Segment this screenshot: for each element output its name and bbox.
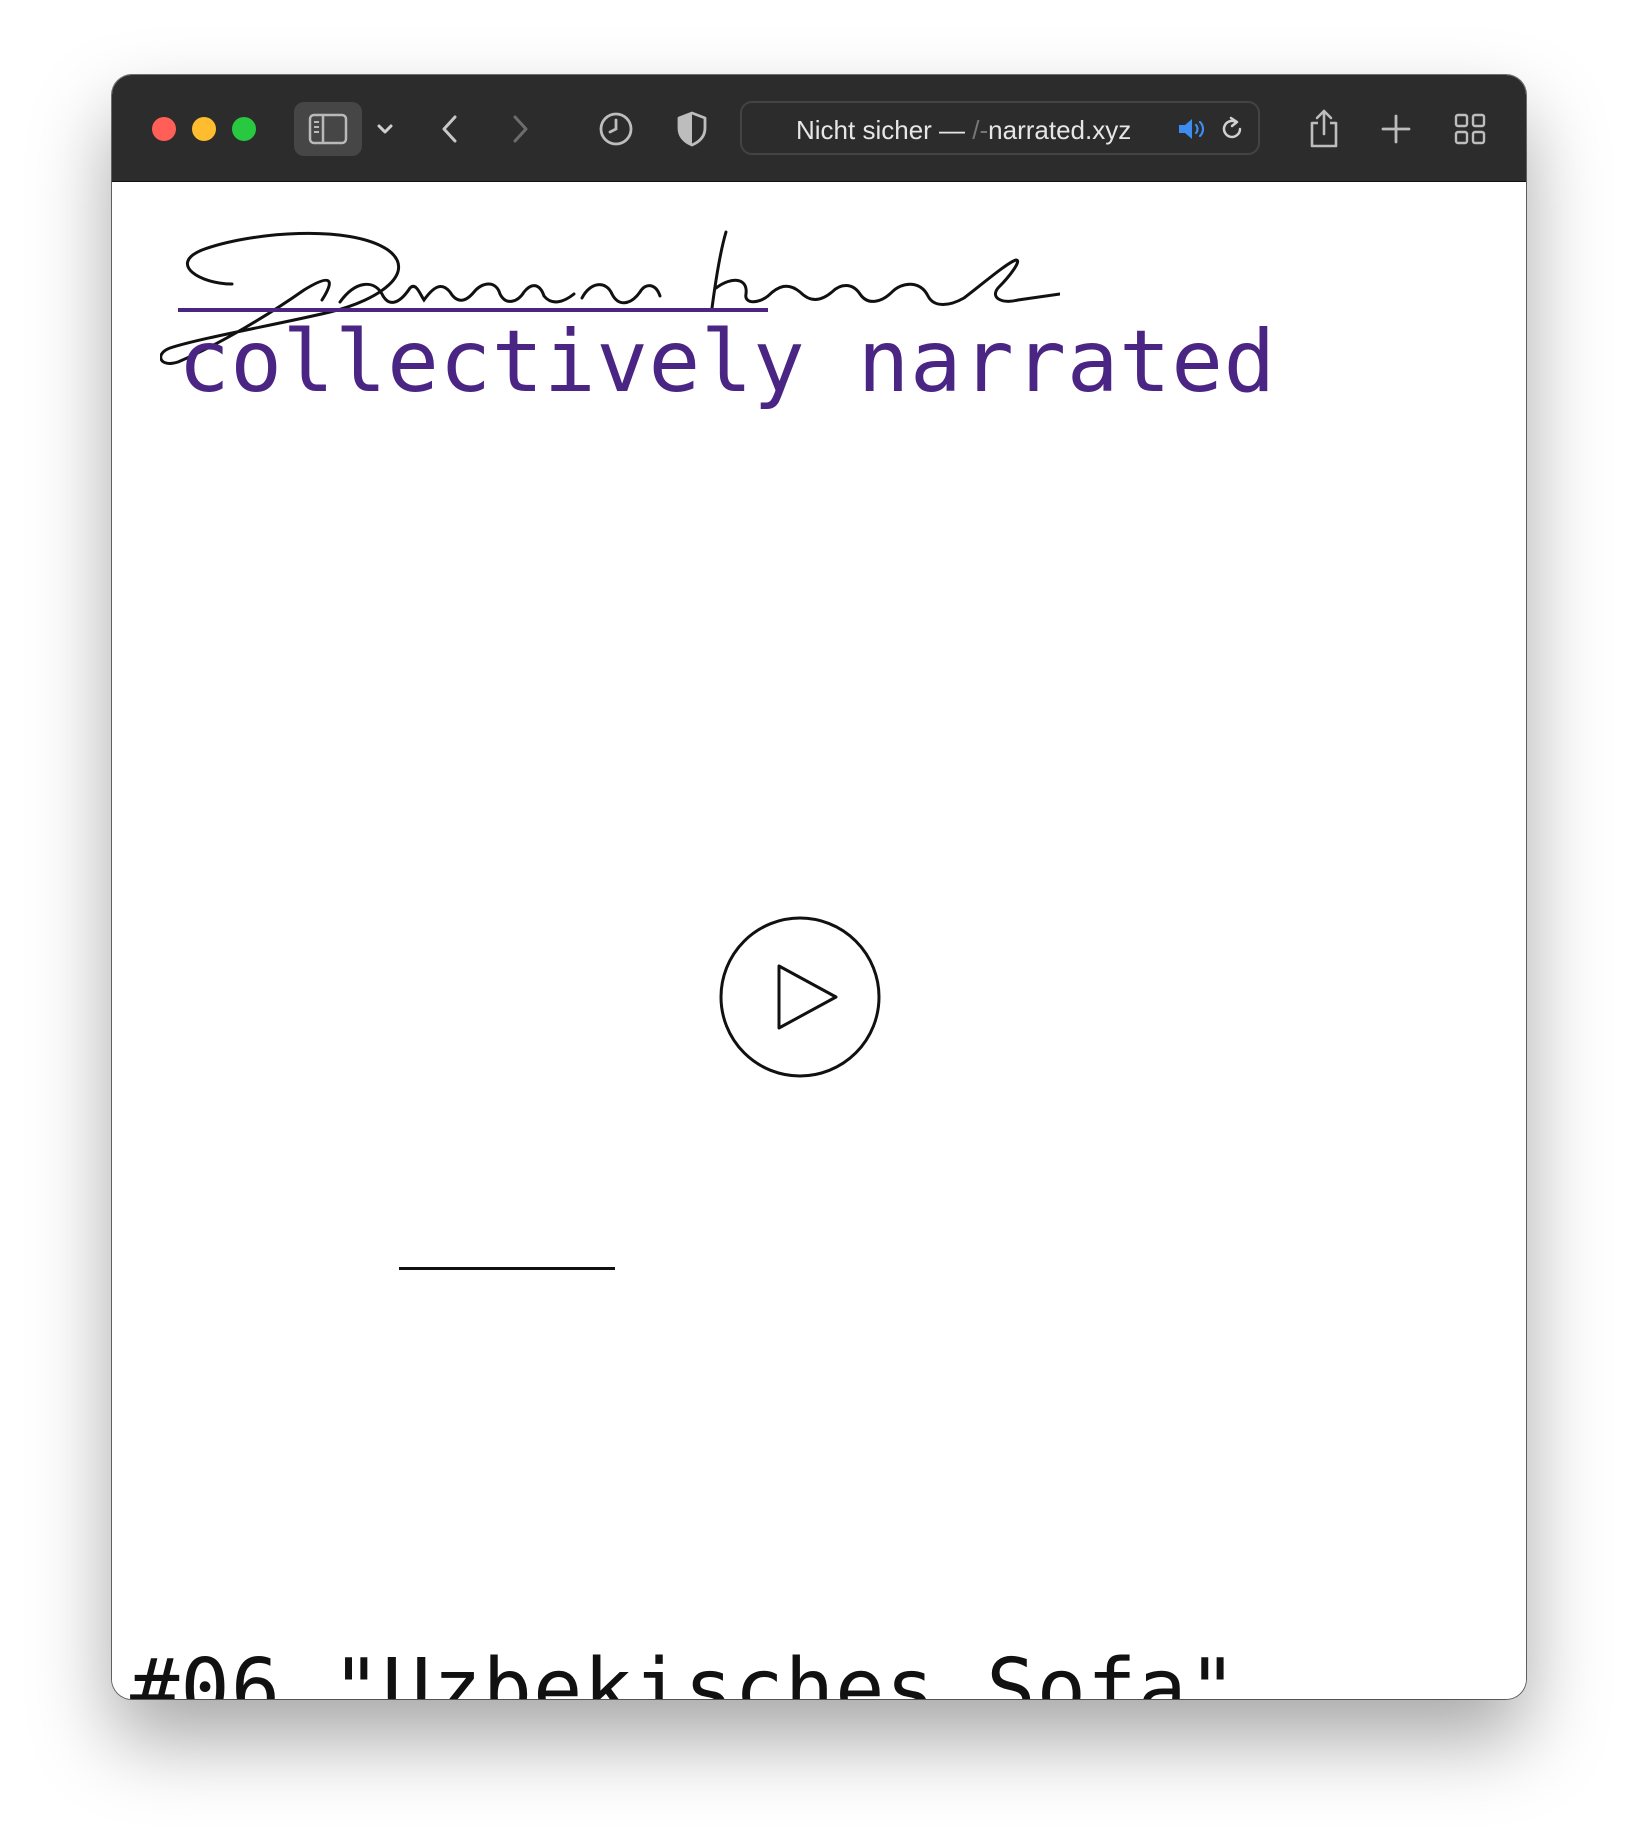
reload-icon[interactable] [1218,115,1246,148]
privacy-shield-icon [675,110,709,148]
new-tab-icon [1380,113,1412,145]
privacy-report-button[interactable] [670,102,714,156]
divider-line [399,1267,615,1270]
address-bar[interactable]: Nicht sicher — /-narrated.xyz [740,101,1260,155]
close-window-button[interactable] [152,117,176,141]
sidebar-menu-button[interactable] [370,102,400,156]
share-button[interactable] [1302,102,1346,156]
minimize-window-button[interactable] [192,117,216,141]
tab-overview-button[interactable] [1448,102,1492,156]
sidebar-toggle-button[interactable] [294,102,362,156]
web-page: collectively narrated #06 "Uzbekisches S… [112,182,1526,1699]
new-tab-button[interactable] [1374,102,1418,156]
back-icon [439,113,461,145]
audio-playing-icon[interactable] [1176,116,1208,147]
history-icon [597,110,635,148]
back-button[interactable] [430,102,470,156]
url-masked-prefix: /- [972,115,989,145]
share-icon [1307,108,1341,150]
sidebar-icon [308,113,348,145]
tab-overview-icon [1453,112,1487,146]
url-domain: narrated.xyz [988,115,1132,145]
maximize-window-button[interactable] [232,117,256,141]
history-button[interactable] [594,102,638,156]
subtitle: collectively narrated [178,312,1276,412]
address-text: Nicht sicher — /-narrated.xyz [796,115,1131,146]
play-button[interactable] [719,916,881,1078]
browser-window: Nicht sicher — /-narrated.xyz collective… [112,75,1526,1699]
security-label: Nicht sicher — [796,115,966,145]
chevron-down-icon [376,123,394,135]
episode-title: #06 "Uzbekisches Sofa" [130,1642,1239,1699]
browser-toolbar: Nicht sicher — /-narrated.xyz [112,75,1526,182]
forward-icon [509,113,531,145]
forward-button[interactable] [500,102,540,156]
play-icon [719,916,881,1078]
